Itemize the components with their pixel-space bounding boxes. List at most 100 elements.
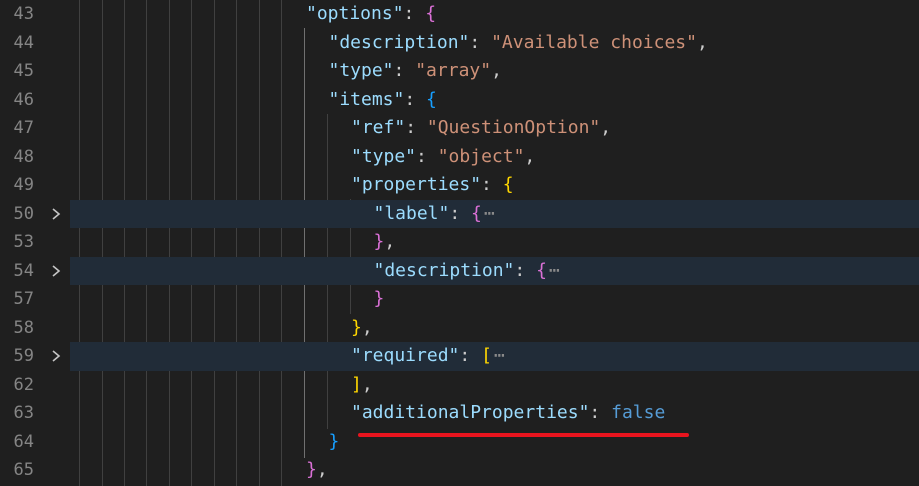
code-line[interactable]: 64} xyxy=(0,428,919,457)
code-token: "description" xyxy=(328,31,470,53)
code-text: ], xyxy=(351,374,373,396)
code-line[interactable]: 57} xyxy=(0,285,919,314)
code-text: } xyxy=(374,288,385,310)
code-token: "properties" xyxy=(351,174,482,195)
code-token: : xyxy=(404,88,427,110)
line-number: 44 xyxy=(13,32,34,53)
line-number: 45 xyxy=(13,61,34,81)
code-text: "items": { xyxy=(329,89,437,111)
code-line[interactable]: 47 "ref": "QuestionOption", xyxy=(0,114,919,143)
code-text: "label": {⋯ xyxy=(374,203,495,225)
code-token: [ xyxy=(481,345,492,366)
code-token: : xyxy=(514,259,537,281)
code-token: "Available choices" xyxy=(491,31,697,53)
code-token: ] xyxy=(351,373,362,395)
code-token: "array" xyxy=(415,60,492,81)
chevron-right-icon[interactable] xyxy=(48,346,64,366)
code-token: "object" xyxy=(437,145,525,167)
code-editor[interactable]: 43 "options": { 44 "description": "Availabl… xyxy=(0,0,919,486)
code-token: : xyxy=(469,31,492,53)
line-number: 65 xyxy=(13,460,34,480)
line-number: 47 xyxy=(13,118,34,138)
code-line[interactable]: 44 "description": "Available choices", xyxy=(0,29,919,58)
code-line[interactable]: 62], xyxy=(0,371,919,400)
code-token: , xyxy=(600,117,612,138)
code-line[interactable]: 45 "type": "array", xyxy=(0,57,919,86)
line-number: 50 xyxy=(13,203,34,224)
code-line[interactable]: 43 "options": { xyxy=(0,0,919,29)
code-line[interactable]: 65}, xyxy=(0,456,919,485)
code-token: : xyxy=(405,117,427,138)
code-line[interactable]: 53}, xyxy=(0,228,919,257)
code-token: } xyxy=(373,288,385,309)
code-token: , xyxy=(524,145,536,167)
chevron-right-icon[interactable] xyxy=(48,204,64,224)
code-token: "type" xyxy=(351,145,417,167)
code-text: "type": "object", xyxy=(351,146,535,168)
code-token: "type" xyxy=(328,60,394,81)
code-token: { xyxy=(471,202,482,224)
code-text: "options": { xyxy=(306,3,436,25)
code-token: , xyxy=(361,316,373,338)
code-token: "additionalProperties" xyxy=(351,402,590,423)
code-token: "description" xyxy=(373,259,515,281)
code-text: "additionalProperties": false xyxy=(351,402,665,424)
code-token: , xyxy=(316,459,328,480)
code-token: { xyxy=(425,3,437,24)
code-token: , xyxy=(361,373,373,395)
line-number: 62 xyxy=(13,374,34,395)
code-text: "required": [⋯ xyxy=(351,345,505,367)
code-line[interactable]: 50 "label": {⋯ xyxy=(0,199,919,228)
line-number: 57 xyxy=(13,289,34,309)
code-token: { xyxy=(502,174,514,195)
code-line[interactable]: 49 "properties": { xyxy=(0,171,919,200)
chevron-right-icon[interactable] xyxy=(48,261,64,281)
code-token: : xyxy=(449,202,472,224)
code-text: "description": {⋯ xyxy=(374,260,560,282)
code-token: "required" xyxy=(351,345,460,366)
line-number: 43 xyxy=(13,4,34,24)
code-line[interactable]: 63 "additionalProperties": false xyxy=(0,399,919,428)
code-text: "properties": { xyxy=(351,174,514,196)
code-token: } xyxy=(351,316,362,338)
folded-ellipsis[interactable]: ⋯ xyxy=(549,260,560,281)
code-text: }, xyxy=(306,459,328,481)
line-number: 54 xyxy=(13,260,34,281)
code-token: "ref" xyxy=(351,117,406,138)
code-token: { xyxy=(536,259,547,281)
code-token: : xyxy=(393,60,416,81)
code-text: "ref": "QuestionOption", xyxy=(351,117,611,139)
code-token: "items" xyxy=(328,88,405,110)
code-token: : xyxy=(481,174,503,195)
line-number: 48 xyxy=(13,146,34,167)
line-number: 49 xyxy=(13,175,34,195)
line-number: 46 xyxy=(13,89,34,110)
code-token: : xyxy=(403,3,426,24)
code-line[interactable]: 46 "items": { xyxy=(0,86,919,115)
folded-ellipsis[interactable]: ⋯ xyxy=(484,203,495,224)
code-text: "description": "Available choices", xyxy=(329,32,708,54)
line-number: 58 xyxy=(13,317,34,338)
folded-ellipsis[interactable]: ⋯ xyxy=(494,345,505,366)
code-token: , xyxy=(696,31,708,53)
code-token: : xyxy=(589,402,612,423)
code-token: : xyxy=(459,345,482,366)
code-text: } xyxy=(329,431,340,453)
red-underline-annotation xyxy=(358,433,689,437)
code-line[interactable]: 59 "required": [⋯ xyxy=(0,342,919,371)
code-token: : xyxy=(416,145,438,167)
code-text: "type": "array", xyxy=(329,60,502,82)
code-text: }, xyxy=(351,317,373,339)
code-token: false xyxy=(611,402,666,423)
code-token: "QuestionOption" xyxy=(426,117,601,138)
code-line[interactable]: 54 "description": {⋯ xyxy=(0,256,919,285)
code-token: } xyxy=(373,231,385,252)
code-token: , xyxy=(384,231,396,252)
code-token: "label" xyxy=(373,202,450,224)
line-number: 63 xyxy=(13,403,34,423)
code-line[interactable]: 48 "type": "object", xyxy=(0,143,919,172)
code-token: { xyxy=(426,88,437,110)
code-line[interactable]: 58}, xyxy=(0,314,919,343)
code-token: } xyxy=(306,459,317,480)
code-token: } xyxy=(328,430,340,452)
